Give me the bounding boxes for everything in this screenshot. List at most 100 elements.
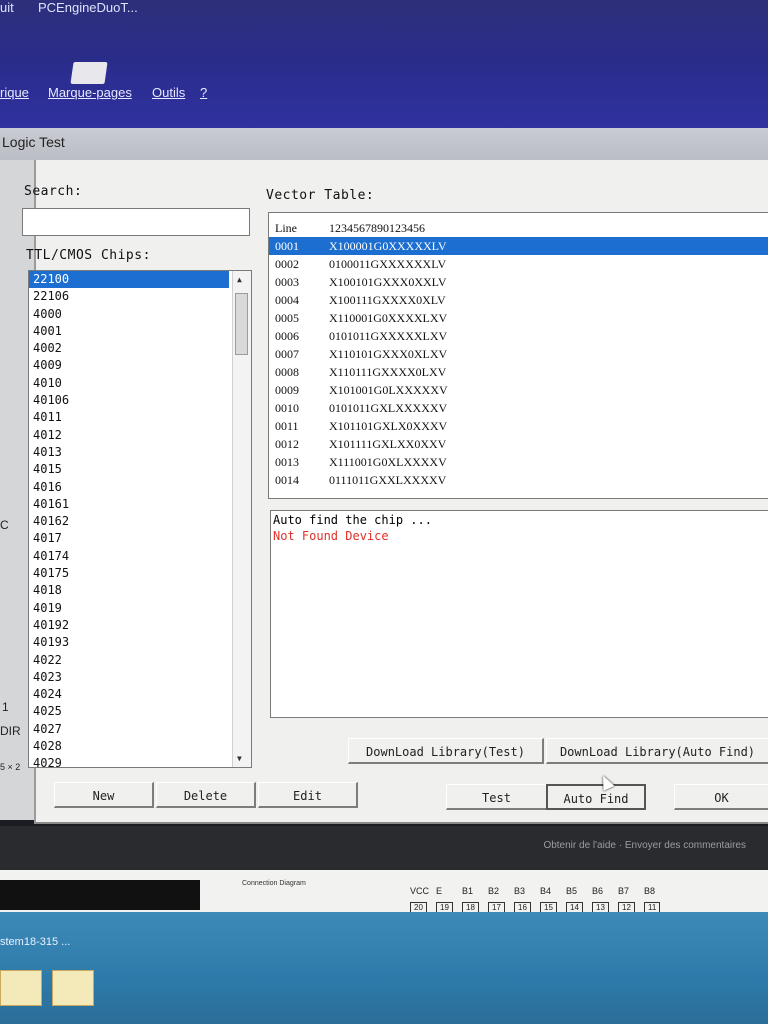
- chip-list-item[interactable]: 40174: [29, 548, 229, 565]
- chip-list-item[interactable]: 4017: [29, 530, 229, 547]
- chip-list-item[interactable]: 4024: [29, 686, 229, 703]
- log-line-1: Auto find the chip ...: [273, 513, 432, 527]
- taskbar-app-icon[interactable]: [52, 970, 94, 1006]
- chip-list-item[interactable]: 4015: [29, 461, 229, 478]
- bg-text-size: 5 × 2: [0, 762, 21, 772]
- test-button[interactable]: Test: [446, 784, 548, 810]
- vector-pattern: X110001G0XXXXLXV: [329, 311, 448, 325]
- new-button[interactable]: New: [54, 782, 154, 808]
- vector-table-row[interactable]: 0005 X110001G0XXXXLXV: [269, 309, 768, 327]
- vector-table-row[interactable]: 0003 X100101GXXX0XXLV: [269, 273, 768, 291]
- chip-list-item[interactable]: 4001: [29, 323, 229, 340]
- chip-list-item[interactable]: 40162: [29, 513, 229, 530]
- menu-item-tools[interactable]: Outils: [152, 85, 185, 100]
- search-label: Search:: [24, 184, 83, 199]
- vector-table-row[interactable]: 0011 X101101GXLX0XXXV: [269, 417, 768, 435]
- chip-list-item[interactable]: 4019: [29, 600, 229, 617]
- chip-list-item[interactable]: 4002: [29, 340, 229, 357]
- chip-list-item[interactable]: 40106: [29, 392, 229, 409]
- vector-table-row[interactable]: 0002 0100011GXXXXXXLV: [269, 255, 768, 273]
- vector-line-number: 0004: [275, 293, 299, 307]
- chip-list-item[interactable]: 4010: [29, 375, 229, 392]
- vector-pattern: X101001G0LXXXXXV: [329, 383, 448, 397]
- taskbar: stem18-315 ...: [0, 912, 768, 1024]
- vector-line-number: 0008: [275, 365, 299, 379]
- vector-table-row[interactable]: 0008 X110111GXXXX0LXV: [269, 363, 768, 381]
- dialog-title: Logic Test: [2, 134, 65, 150]
- log-output: Auto find the chip ... Not Found Device: [270, 510, 768, 718]
- download-library-auto-find-button[interactable]: DownLoad Library(Auto Find): [546, 738, 768, 764]
- vector-pattern: 0111011GXXLXXXXV: [329, 473, 447, 487]
- chip-list-item[interactable]: 4011: [29, 409, 229, 426]
- chip-list-item[interactable]: 4016: [29, 479, 229, 496]
- vector-table-row[interactable]: 0007 X110101GXXX0XLXV: [269, 345, 768, 363]
- vector-table-row[interactable]: 0004 X100111GXXXX0XLV: [269, 291, 768, 309]
- pin-label: B4: [540, 886, 552, 896]
- vector-table[interactable]: Line 1234567890123456 0001 X100001G0XXXXX…: [268, 212, 768, 499]
- browser-tab-1[interactable]: uit: [0, 0, 14, 15]
- chip-list-item[interactable]: 4027: [29, 721, 229, 738]
- chip-list-item[interactable]: 4022: [29, 652, 229, 669]
- vector-table-row[interactable]: 0001 X100001G0XXXXXLV: [269, 237, 768, 255]
- chip-list-item[interactable]: 4013: [29, 444, 229, 461]
- vector-table-header: Line 1234567890123456: [269, 219, 768, 237]
- menu-item-bookmarks[interactable]: Marque-pages: [48, 85, 132, 100]
- pin-diagram-area: Connection Diagram VCC 20 E 19 B1 18 B2 17 B3 16 B…: [0, 870, 768, 916]
- chip-list-item[interactable]: 4025: [29, 703, 229, 720]
- chip-list-item[interactable]: 40192: [29, 617, 229, 634]
- vector-table-row[interactable]: 0013 X111001G0XLXXXXV: [269, 453, 768, 471]
- chip-list-scrollbar[interactable]: ▲ ▼: [232, 271, 251, 767]
- chip-list[interactable]: 22100 22106 4000 4001 4002 4009 4010 40106 4011 4…: [28, 270, 252, 768]
- ic-chip-diagram: [0, 880, 200, 910]
- vector-table-row[interactable]: 0006 0101011GXXXXXLXV: [269, 327, 768, 345]
- help-links[interactable]: Obtenir de l'aide · Envoyer des commenta…: [543, 840, 746, 851]
- vector-table-row[interactable]: 0009 X101001G0LXXXXXV: [269, 381, 768, 399]
- chip-list-item[interactable]: 4028: [29, 738, 229, 755]
- chip-list-item[interactable]: 4023: [29, 669, 229, 686]
- taskbar-app-icon[interactable]: [0, 970, 42, 1006]
- pin-label: B1: [462, 886, 474, 896]
- chip-list-item[interactable]: 4018: [29, 582, 229, 599]
- vector-pattern: X101101GXLX0XXXV: [329, 419, 448, 433]
- edit-button[interactable]: Edit: [258, 782, 358, 808]
- taskbar-item[interactable]: stem18-315 ...: [0, 936, 70, 948]
- delete-button[interactable]: Delete: [156, 782, 256, 808]
- vector-pattern: 0101011GXLXXXXXV: [329, 401, 448, 415]
- search-input[interactable]: [22, 208, 250, 236]
- vector-table-row[interactable]: 0014 0111011GXXLXXXXV: [269, 471, 768, 489]
- pin-label: B6: [592, 886, 604, 896]
- scroll-down-icon[interactable]: ▼: [237, 754, 242, 763]
- scroll-up-icon[interactable]: ▲: [237, 275, 242, 284]
- vector-pattern: 0101011GXXXXXLXV: [329, 329, 448, 343]
- vector-line-number: 0012: [275, 437, 299, 451]
- vector-pattern: X100001G0XXXXXLV: [329, 239, 447, 253]
- scrollbar-thumb[interactable]: [235, 293, 248, 355]
- vector-table-row[interactable]: 0012 X101111GXLXX0XXV: [269, 435, 768, 453]
- header-pins: 1234567890123456: [329, 221, 425, 235]
- chip-list-item[interactable]: 40175: [29, 565, 229, 582]
- vector-line-number: 0003: [275, 275, 299, 289]
- vector-table-label: Vector Table:: [266, 188, 375, 203]
- chip-list-item[interactable]: 22100: [29, 271, 229, 289]
- chip-list-item[interactable]: 40193: [29, 634, 229, 651]
- menu-item-help[interactable]: ?: [200, 85, 207, 100]
- download-library-test-button[interactable]: DownLoad Library(Test): [348, 738, 544, 764]
- vector-line-number: 0013: [275, 455, 299, 469]
- vector-pattern: X100111GXXXX0XLV: [329, 293, 446, 307]
- chip-list-item[interactable]: 40161: [29, 496, 229, 513]
- vector-line-number: 0011: [275, 419, 299, 433]
- browser-tab-2[interactable]: PCEngineDuoT...: [38, 0, 138, 15]
- chip-list-item[interactable]: 4012: [29, 427, 229, 444]
- chip-list-item[interactable]: 4029: [29, 755, 229, 767]
- chip-list-item[interactable]: 22106: [29, 288, 229, 305]
- chip-list-item[interactable]: 4000: [29, 306, 229, 323]
- connection-diagram-label: Connection Diagram: [242, 880, 306, 887]
- ok-button[interactable]: OK: [674, 784, 768, 810]
- chip-list-item[interactable]: 4009: [29, 357, 229, 374]
- auto-find-button[interactable]: Auto Find: [546, 784, 646, 810]
- chips-label: TTL/CMOS Chips:: [26, 248, 151, 263]
- browser-background: uit PCEngineDuoT... rique Marque-pages O…: [0, 0, 768, 130]
- menu-item-history[interactable]: rique: [0, 85, 29, 100]
- vector-table-row[interactable]: 0010 0101011GXLXXXXXV: [269, 399, 768, 417]
- vector-line-number: 0006: [275, 329, 299, 343]
